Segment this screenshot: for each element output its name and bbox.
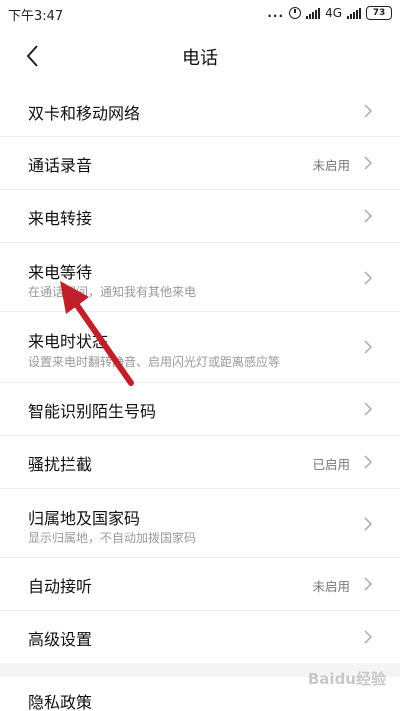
list-item-incoming-call-state[interactable]: 来电时状态 设置来电时翻转静音、启用闪光灯或距离感应等 [0,312,400,383]
item-label: 隐私政策 [28,693,93,711]
alarm-icon [289,7,302,19]
list-item-auto-answer[interactable]: 自动接听 未启用 [0,558,400,611]
item-label: 双卡和移动网络 [28,104,141,123]
list-item-smart-identify[interactable]: 智能识别陌生号码 [0,383,400,436]
signal-icon-2 [347,7,361,19]
page-title: 电话 [182,48,218,69]
status-bar: 下午3:47 ... 4G 73 [0,0,400,28]
chevron-right-icon [364,517,373,531]
chevron-right-icon [364,209,373,223]
item-label: 通话录音 [28,156,93,175]
chevron-right-icon [364,271,373,285]
item-description: 在通话期间，通知我有其他来电 [28,285,197,299]
app-header: 电话 [0,28,400,86]
item-description: 显示归属地，不自动加拨国家码 [28,531,197,545]
chevron-right-icon [364,402,373,416]
chevron-right-icon [364,455,373,469]
chevron-right-icon [364,156,373,170]
list-item-spam-block[interactable]: 骚扰拦截 已启用 [0,436,400,489]
list-item-location-country-code[interactable]: 归属地及国家码 显示归属地，不自动加拨国家码 [0,489,400,558]
list-item-call-recording[interactable]: 通话录音 未启用 [0,137,400,190]
chevron-right-icon [364,340,373,354]
network-type: 4G [325,6,342,20]
list-item-call-forwarding[interactable]: 来电转接 [0,190,400,243]
list-item-advanced-settings[interactable]: 高级设置 [0,611,400,663]
watermark-logo: Baidu经验 [307,670,386,688]
phone-settings-screen: 下午3:47 ... 4G 73 电话 双卡和移动网络 通话录音 未启用 来电转… [0,0,400,711]
chevron-right-icon [364,577,373,591]
list-item-dual-sim[interactable]: 双卡和移动网络 [0,86,400,137]
status-text: 已启用 [312,457,350,472]
notification-dots-icon: ... [267,6,285,20]
item-label: 来电转接 [28,209,93,228]
status-text: 未启用 [312,158,350,173]
item-description: 设置来电时翻转静音、启用闪光灯或距离感应等 [28,355,281,369]
chevron-right-icon [364,104,373,118]
item-label: 来电等待 [28,263,93,282]
item-label: 骚扰拦截 [28,455,93,474]
item-label: 自动接听 [28,577,93,596]
status-text: 未启用 [312,579,350,594]
battery-icon: 73 [366,6,392,20]
item-label: 智能识别陌生号码 [28,402,157,421]
signal-icon [306,7,321,19]
item-label: 高级设置 [28,630,93,649]
status-icons: ... 4G 73 [267,5,392,21]
list-item-call-waiting[interactable]: 来电等待 在通话期间，通知我有其他来电 [0,243,400,312]
status-time: 下午3:47 [8,9,64,24]
item-label: 归属地及国家码 [28,509,141,528]
item-label: 来电时状态 [28,332,109,351]
chevron-right-icon [364,630,373,644]
